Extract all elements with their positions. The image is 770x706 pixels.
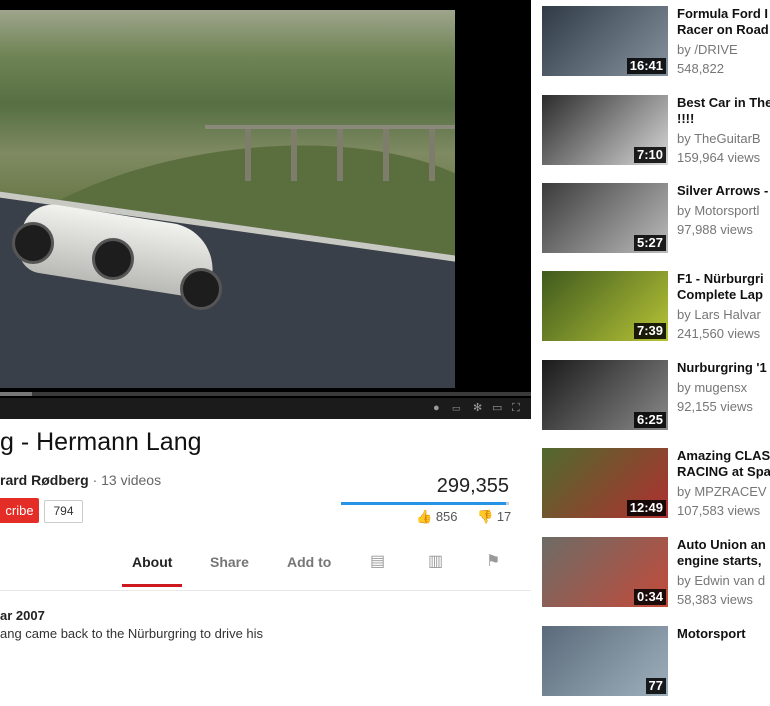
video-duration-badge: 16:41 xyxy=(626,58,666,74)
related-video-thumbnail[interactable]: 7:39 xyxy=(542,271,668,341)
related-video-channel: by MPZRACEV xyxy=(677,484,767,499)
channel-name[interactable]: rard Rødberg xyxy=(0,472,89,488)
like-count: 856 xyxy=(435,509,458,524)
related-video-views: 159,964 views xyxy=(677,150,761,165)
related-video-title[interactable]: Nurburgring '1 xyxy=(677,360,770,376)
channel-separator: · xyxy=(88,472,102,488)
gear-icon[interactable]: ✻ xyxy=(473,400,482,416)
related-video-title-line2[interactable]: RACING at Spa xyxy=(677,464,770,480)
video-duration-badge: 6:25 xyxy=(633,412,666,428)
related-video-channel: by TheGuitarB xyxy=(677,131,761,146)
related-video-views: 97,988 views xyxy=(677,222,753,237)
captions-icon[interactable]: ▭ xyxy=(452,400,461,416)
related-video-thumbnail[interactable]: 6:25 xyxy=(542,360,668,430)
related-video-item[interactable]: 6:25 Nurburgring '1 by mugensx 92,155 views xyxy=(542,360,770,440)
dislike-button[interactable]: 👎 17 xyxy=(477,509,511,525)
like-dislike-bar xyxy=(341,502,509,505)
related-video-channel: by Edwin van d xyxy=(677,573,766,588)
related-video-item[interactable]: 77 Motorsport xyxy=(542,626,770,706)
related-video-thumbnail[interactable]: 0:34 xyxy=(542,537,668,607)
player-controls: ● ▭ ✻ ▭ ⛶ xyxy=(0,398,531,419)
related-video-channel: by Motorsportl xyxy=(677,203,760,218)
related-video-title-line2[interactable]: Complete Lap xyxy=(677,287,770,303)
video-scene-fence xyxy=(205,125,455,181)
related-video-title[interactable]: Formula Ford I xyxy=(677,6,770,22)
video-scene-wheel xyxy=(180,268,222,310)
related-video-thumbnail[interactable]: 77 xyxy=(542,626,668,696)
related-video-views: 107,583 views xyxy=(677,503,761,518)
fullscreen-icon[interactable]: ⛶ xyxy=(512,400,520,416)
video-scene-wheel xyxy=(12,222,54,264)
like-bar-fill xyxy=(341,502,506,505)
related-video-views: 241,560 views xyxy=(677,326,761,341)
channel-video-count[interactable]: 13 videos xyxy=(101,472,161,488)
related-video-channel: by mugensx xyxy=(677,380,748,395)
related-video-item[interactable]: 12:49 Amazing CLAS RACING at Spa by MPZRACE… xyxy=(542,448,770,528)
video-duration-badge: 7:39 xyxy=(633,323,666,339)
related-video-views: 92,155 views xyxy=(677,399,753,414)
annotations-icon[interactable]: ● xyxy=(433,400,440,416)
progress-bar-fill xyxy=(0,392,32,396)
video-duration-badge: 77 xyxy=(645,678,666,694)
tab-about[interactable]: About xyxy=(132,554,172,570)
video-player[interactable]: ● ▭ ✻ ▭ ⛶ xyxy=(0,0,531,419)
related-video-item[interactable]: 5:27 Silver Arrows - by Motorsportl 97,988 … xyxy=(542,183,770,263)
video-scene-wheel xyxy=(92,238,134,280)
related-video-channel: by /DRIVE xyxy=(677,42,738,57)
related-video-item[interactable]: 7:10 Best Car in The!!!! by TheGuitarB 159,… xyxy=(542,95,770,175)
video-duration-badge: 7:10 xyxy=(633,147,666,163)
divider xyxy=(0,590,531,591)
related-video-title[interactable]: Motorsport xyxy=(677,626,770,642)
related-video-title-line2[interactable]: !!!! xyxy=(677,111,770,127)
channel-info: rard Rødberg · 13 videos xyxy=(0,472,161,488)
transcript-icon[interactable]: ▤ xyxy=(370,551,385,571)
video-description: ang came back to the Nürburgring to driv… xyxy=(0,626,264,641)
related-video-thumbnail[interactable]: 16:41 xyxy=(542,6,668,76)
related-video-item[interactable]: 0:34 Auto Union an engine starts, by Edwin … xyxy=(542,537,770,617)
active-tab-indicator xyxy=(122,584,182,587)
subscribe-button[interactable]: cribe xyxy=(0,498,39,523)
related-video-thumbnail[interactable]: 7:10 xyxy=(542,95,668,165)
related-video-title-line2[interactable]: engine starts, xyxy=(677,553,770,569)
related-video-title[interactable]: Amazing CLAS xyxy=(677,448,770,464)
related-video-title[interactable]: F1 - Nürburgri xyxy=(677,271,770,287)
flag-icon[interactable]: ⚑ xyxy=(486,551,500,571)
related-video-title[interactable]: Silver Arrows - xyxy=(677,183,770,199)
video-duration-badge: 0:34 xyxy=(633,589,666,605)
video-duration-badge: 12:49 xyxy=(626,500,666,516)
related-video-thumbnail[interactable]: 5:27 xyxy=(542,183,668,253)
video-title: g - Hermann Lang xyxy=(0,428,202,456)
video-frame[interactable] xyxy=(0,10,455,388)
related-video-title-line2[interactable]: Racer on Road xyxy=(677,22,770,38)
theater-mode-icon[interactable]: ▭ xyxy=(492,400,502,416)
related-video-title[interactable]: Auto Union an xyxy=(677,537,770,553)
video-duration-badge: 5:27 xyxy=(633,235,666,251)
related-video-item[interactable]: 16:41 Formula Ford I Racer on Road by /DRIV… xyxy=(542,6,770,86)
thumbs-up-icon: 👍 xyxy=(416,509,433,524)
related-video-views: 58,383 views xyxy=(677,592,753,607)
thumbs-down-icon: 👎 xyxy=(477,509,494,524)
subscriber-count: 794 xyxy=(44,500,83,523)
related-video-item[interactable]: 7:39 F1 - Nürburgri Complete Lap by Lars Ha… xyxy=(542,271,770,351)
related-video-thumbnail[interactable]: 12:49 xyxy=(542,448,668,518)
tab-share[interactable]: Share xyxy=(210,554,249,570)
view-count: 299,355 xyxy=(436,475,509,497)
related-video-views: 548,822 xyxy=(677,61,724,76)
dislike-count: 17 xyxy=(496,509,512,524)
statistics-icon[interactable]: ▥ xyxy=(428,551,443,571)
tab-add-to[interactable]: Add to xyxy=(287,554,331,570)
published-date: ar 2007 xyxy=(0,608,45,623)
like-button[interactable]: 👍 856 xyxy=(416,509,458,525)
progress-bar[interactable] xyxy=(0,392,531,396)
related-video-channel: by Lars Halvar xyxy=(677,307,761,322)
related-video-title[interactable]: Best Car in The xyxy=(677,95,770,111)
